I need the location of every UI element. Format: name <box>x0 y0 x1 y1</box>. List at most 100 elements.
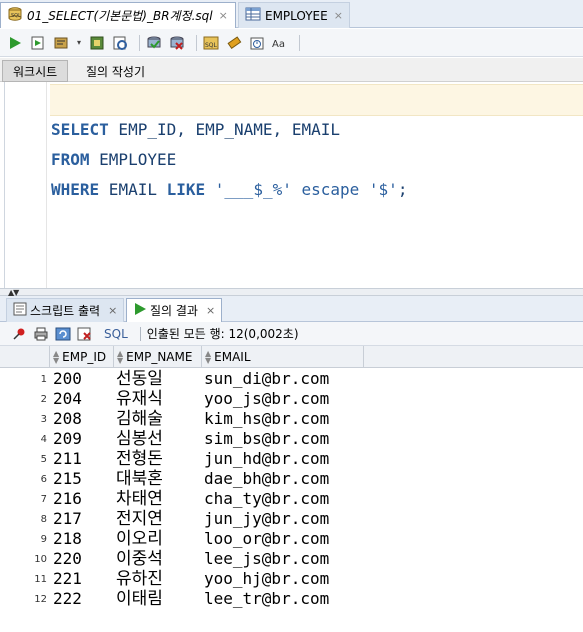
cell-emp-id[interactable]: 204 <box>53 389 82 409</box>
cell-email[interactable]: jun_hd@br.com <box>204 449 329 469</box>
editor-border <box>4 82 5 288</box>
sql-monitor-icon[interactable]: SQL <box>202 34 220 52</box>
table-row[interactable]: 8 217 전지연 jun_jy@br.com <box>0 509 364 529</box>
result-toolbar: SQL 인출된 모든 행: 12(0,002초) <box>0 322 583 346</box>
cell-emp-name[interactable]: 유재식 <box>116 389 163 409</box>
cell-email[interactable]: cha_ty@br.com <box>204 489 329 509</box>
close-icon[interactable]: × <box>108 304 117 317</box>
tab-query-result[interactable]: 질의 결과 × <box>126 298 223 322</box>
pin-icon[interactable] <box>10 326 28 342</box>
cell-emp-name[interactable]: 이오리 <box>116 529 163 549</box>
commit-icon[interactable] <box>145 34 163 52</box>
sort-icon[interactable]: ▲ ▼ <box>117 350 123 365</box>
eraser-icon[interactable] <box>225 34 243 52</box>
cell-email[interactable]: lee_js@br.com <box>204 549 329 569</box>
column-header-email[interactable]: ▲ ▼ EMAIL <box>202 346 364 368</box>
editor-toolbar: ▾ SQL Aa <box>0 29 583 57</box>
explain-plan-icon[interactable] <box>88 34 106 52</box>
cell-email[interactable]: lee_tr@br.com <box>204 589 329 609</box>
cell-emp-id[interactable]: 222 <box>53 589 82 609</box>
run-script-icon[interactable] <box>29 34 47 52</box>
string-literal: '$' <box>368 180 398 199</box>
autotrace-icon[interactable] <box>52 34 70 52</box>
history-icon[interactable] <box>248 34 266 52</box>
cell-emp-id[interactable]: 221 <box>53 569 82 589</box>
toolbar-divider <box>139 326 141 341</box>
table-row[interactable]: 1 200 선동일 sun_di@br.com <box>0 369 364 389</box>
cell-emp-name[interactable]: 전형돈 <box>116 449 163 469</box>
code-text: EMAIL <box>99 180 167 199</box>
sql-editor[interactable]: SELECT EMP_ID, EMP_NAME, EMAIL FROM EMPL… <box>0 82 583 288</box>
cell-emp-name[interactable]: 대북혼 <box>116 469 163 489</box>
format-case-icon[interactable]: Aa <box>271 34 289 52</box>
sql-label[interactable]: SQL <box>104 327 128 341</box>
refresh-icon[interactable] <box>54 326 72 342</box>
tab-worksheet[interactable]: 워크시트 <box>2 60 69 82</box>
svg-text:Aa: Aa <box>272 39 285 50</box>
worksheet-subtab-bar: 워크시트 질의 작성기 <box>0 58 583 82</box>
cell-email[interactable]: sim_bs@br.com <box>204 429 329 449</box>
cell-email[interactable]: loo_or@br.com <box>204 529 329 549</box>
cell-email[interactable]: yoo_js@br.com <box>204 389 329 409</box>
result-grid[interactable]: ▲ ▼ EMP_ID ▲ ▼ EMP_NAME ▲ ▼ EMAIL 1 200 선동일 sun_d… <box>0 346 583 632</box>
tab-employee[interactable]: EMPLOYEE × <box>238 2 350 28</box>
cell-email[interactable]: sun_di@br.com <box>204 369 329 389</box>
rollback-icon[interactable] <box>168 34 186 52</box>
close-icon[interactable]: × <box>206 304 215 317</box>
cell-email[interactable]: jun_jy@br.com <box>204 509 329 529</box>
cell-emp-id[interactable]: 220 <box>53 549 82 569</box>
sort-icon[interactable]: ▲ ▼ <box>53 350 59 365</box>
row-number: 3 <box>40 414 47 425</box>
table-row[interactable]: 6 215 대북혼 dae_bh@br.com <box>0 469 364 489</box>
code-line-where: WHERE EMAIL LIKE '___$_%' escape '$'; <box>51 180 407 199</box>
close-icon[interactable]: × <box>334 9 343 22</box>
cell-emp-name[interactable]: 선동일 <box>116 369 163 389</box>
row-number: 1 <box>40 374 47 385</box>
tab-query-builder[interactable]: 질의 작성기 <box>76 60 155 82</box>
cell-emp-id[interactable]: 208 <box>53 409 82 429</box>
table-icon <box>245 7 261 24</box>
code-text: escape <box>291 180 369 199</box>
tab-sql-file[interactable]: SQL 01_SELECT(기본문법)_BR계정.sql × <box>0 2 236 28</box>
column-header-emp-name[interactable]: ▲ ▼ EMP_NAME <box>114 346 202 368</box>
table-row[interactable]: 12 222 이태림 lee_tr@br.com <box>0 589 364 609</box>
tab-script-output[interactable]: 스크립트 출력 × <box>6 298 125 322</box>
panel-splitter[interactable]: ▲▼ <box>0 288 583 297</box>
cancel-query-icon[interactable] <box>76 326 94 342</box>
table-row[interactable]: 9 218 이오리 loo_or@br.com <box>0 529 364 549</box>
cell-emp-name[interactable]: 전지연 <box>116 509 163 529</box>
cell-emp-id[interactable]: 218 <box>53 529 82 549</box>
cell-emp-id[interactable]: 209 <box>53 429 82 449</box>
cell-emp-id[interactable]: 215 <box>53 469 82 489</box>
table-row[interactable]: 7 216 차태연 cha_ty@br.com <box>0 489 364 509</box>
run-statement-icon[interactable] <box>6 34 24 52</box>
sql-tuning-icon[interactable] <box>111 34 129 52</box>
table-row[interactable]: 4 209 심봉선 sim_bs@br.com <box>0 429 364 449</box>
table-row[interactable]: 2 204 유재식 yoo_js@br.com <box>0 389 364 409</box>
cell-email[interactable]: kim_hs@br.com <box>204 409 329 429</box>
cell-emp-id[interactable]: 200 <box>53 369 82 389</box>
print-icon[interactable] <box>32 326 50 342</box>
cell-emp-name[interactable]: 김해술 <box>116 409 163 429</box>
table-row[interactable]: 10 220 이중석 lee_js@br.com <box>0 549 364 569</box>
cell-emp-name[interactable]: 이태림 <box>116 589 163 609</box>
cell-email[interactable]: yoo_hj@br.com <box>204 569 329 589</box>
cell-emp-name[interactable]: 유하진 <box>116 569 163 589</box>
sort-icon[interactable]: ▲ ▼ <box>205 350 211 365</box>
chevron-down-icon[interactable]: ▾ <box>75 34 83 52</box>
table-row[interactable]: 3 208 김해술 kim_hs@br.com <box>0 409 364 429</box>
cell-emp-id[interactable]: 216 <box>53 489 82 509</box>
cell-emp-name[interactable]: 심봉선 <box>116 429 163 449</box>
cell-emp-name[interactable]: 차태연 <box>116 489 163 509</box>
cell-emp-id[interactable]: 211 <box>53 449 82 469</box>
tab-script-output-label: 스크립트 출력 <box>30 304 101 318</box>
column-header-emp-id[interactable]: ▲ ▼ EMP_ID <box>50 346 114 368</box>
cell-emp-name[interactable]: 이중석 <box>116 549 163 569</box>
cell-emp-id[interactable]: 217 <box>53 509 82 529</box>
table-row[interactable]: 5 211 전형돈 jun_hd@br.com <box>0 449 364 469</box>
cell-email[interactable]: dae_bh@br.com <box>204 469 329 489</box>
fetch-status: 인출된 모든 행: 12(0,002초) <box>146 327 299 341</box>
table-row[interactable]: 11 221 유하진 yoo_hj@br.com <box>0 569 364 589</box>
close-icon[interactable]: × <box>219 9 228 22</box>
